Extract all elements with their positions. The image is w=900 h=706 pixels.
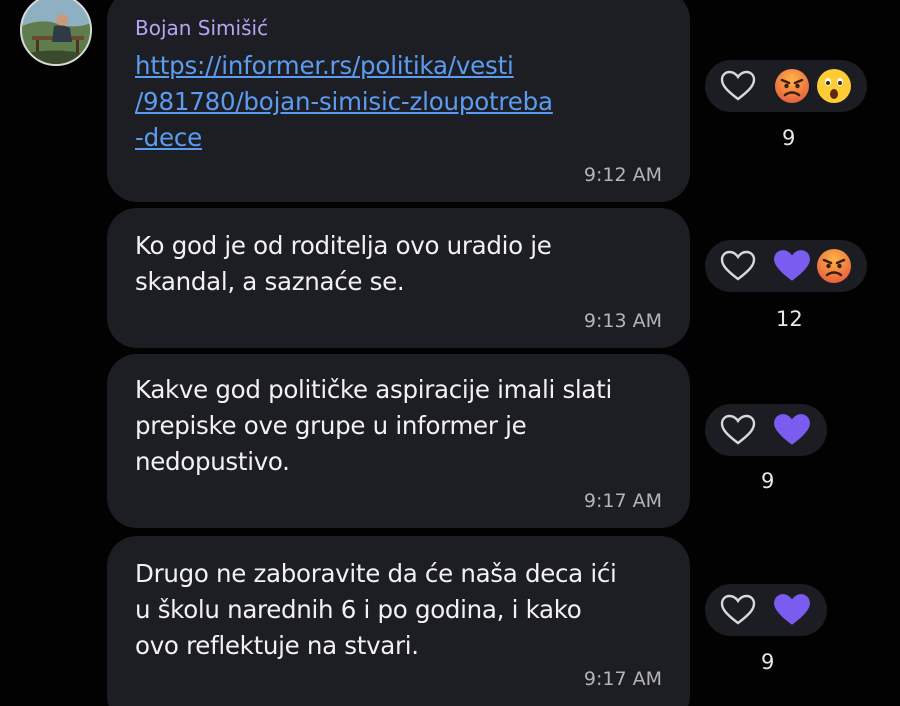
reaction-emojis — [773, 591, 811, 629]
message-bubble-2[interactable]: Ko god je od roditelja ovo uradio je ska… — [107, 208, 690, 348]
message-link-line-3[interactable]: -dece — [135, 120, 662, 156]
reaction-bar-3[interactable] — [705, 404, 827, 456]
message-time: 9:12 AM — [583, 164, 662, 186]
purple-heart-icon — [773, 591, 811, 629]
reaction-count-4[interactable]: 9 — [761, 650, 774, 674]
reaction-emojis — [773, 411, 811, 449]
message-bubble-1[interactable]: Bojan Simišić https://informer.rs/politi… — [107, 0, 690, 202]
reaction-emojis — [773, 247, 853, 285]
avatar-photo — [22, 0, 90, 64]
angry-face-icon — [773, 67, 811, 105]
message-bubble-3[interactable]: Kakve god političke aspiracije imali sla… — [107, 354, 690, 528]
message-text-line-3: ovo reflektuje na stvari. — [135, 631, 419, 660]
message-link-line-1[interactable]: https://informer.rs/politika/vesti — [135, 48, 662, 84]
surprised-face-icon — [815, 67, 853, 105]
reaction-bar-1[interactable] — [705, 60, 867, 112]
reaction-bar-4[interactable] — [705, 584, 827, 636]
angry-face-icon — [815, 247, 853, 285]
message-link-line-2[interactable]: /981780/bojan-simisic-zloupotreba — [135, 84, 662, 120]
reaction-count-3[interactable]: 9 — [761, 469, 774, 493]
message-text-line-2: u školu narednih 6 i po godina, i kako — [135, 595, 582, 624]
message-text-line-3: nedopustivo. — [135, 447, 290, 476]
reaction-bar-2[interactable] — [705, 240, 867, 292]
add-reaction-heart-icon[interactable] — [719, 591, 757, 629]
message-text-line-1: Ko god je od roditelja ovo uradio je — [135, 231, 552, 260]
sender-name[interactable]: Bojan Simišić — [135, 16, 662, 40]
purple-heart-icon — [773, 411, 811, 449]
reaction-emojis — [773, 67, 853, 105]
message-text-line-2: skandal, a saznaće se. — [135, 267, 405, 296]
message-time: 9:13 AM — [583, 310, 662, 332]
message-time: 9:17 AM — [583, 490, 662, 512]
reaction-count-2[interactable]: 12 — [776, 307, 803, 331]
message-time: 9:17 AM — [583, 668, 662, 690]
purple-heart-icon — [773, 247, 811, 285]
message-text-line-1: Kakve god političke aspiracije imali sla… — [135, 375, 612, 404]
chat-screen: Bojan Simišić https://informer.rs/politi… — [0, 0, 900, 706]
add-reaction-heart-icon[interactable] — [719, 411, 757, 449]
add-reaction-heart-icon[interactable] — [719, 67, 757, 105]
reaction-count-1[interactable]: 9 — [782, 126, 795, 150]
sender-avatar[interactable] — [20, 0, 92, 66]
message-text-line-1: Drugo ne zaboravite da će naša deca ići — [135, 559, 617, 588]
add-reaction-heart-icon[interactable] — [719, 247, 757, 285]
message-bubble-4[interactable]: Drugo ne zaboravite da će naša deca ići … — [107, 536, 690, 706]
message-text-line-2: prepiske ove grupe u informer je — [135, 411, 527, 440]
